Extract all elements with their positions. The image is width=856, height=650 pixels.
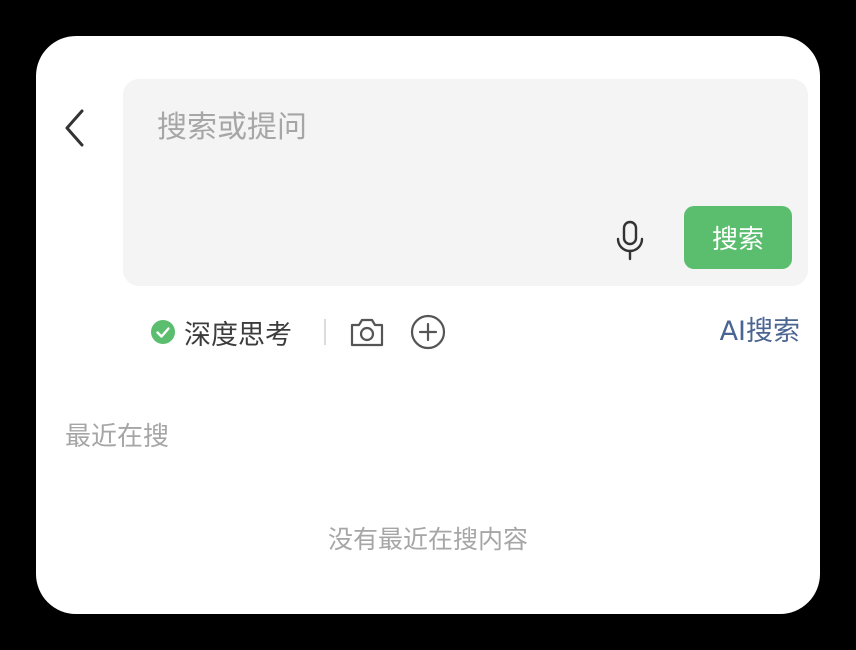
- camera-button[interactable]: [348, 313, 386, 351]
- chevron-left-icon: [65, 109, 84, 147]
- empty-state-message: 没有最近在搜内容: [327, 525, 528, 554]
- voice-input-button[interactable]: [613, 219, 647, 263]
- deep-think-label: 深度思考: [184, 319, 292, 351]
- add-button[interactable]: [409, 313, 447, 351]
- back-button[interactable]: [62, 106, 92, 150]
- search-input[interactable]: [157, 99, 757, 155]
- microphone-icon: [616, 220, 644, 261]
- recent-searches-title: 最近在搜: [65, 422, 170, 452]
- check-circle-icon: [150, 319, 176, 345]
- camera-icon: [350, 318, 384, 347]
- divider: [324, 319, 326, 345]
- plus-circle-icon: [410, 314, 446, 350]
- ai-search-link[interactable]: AI搜索: [720, 310, 800, 354]
- deep-think-toggle[interactable]: 深度思考: [150, 310, 292, 354]
- search-panel: 搜索 深度思考 AI搜索: [36, 36, 820, 614]
- search-options-row: 深度思考 AI搜索: [150, 310, 800, 354]
- search-box: 搜索: [123, 79, 808, 286]
- search-button[interactable]: 搜索: [684, 206, 792, 269]
